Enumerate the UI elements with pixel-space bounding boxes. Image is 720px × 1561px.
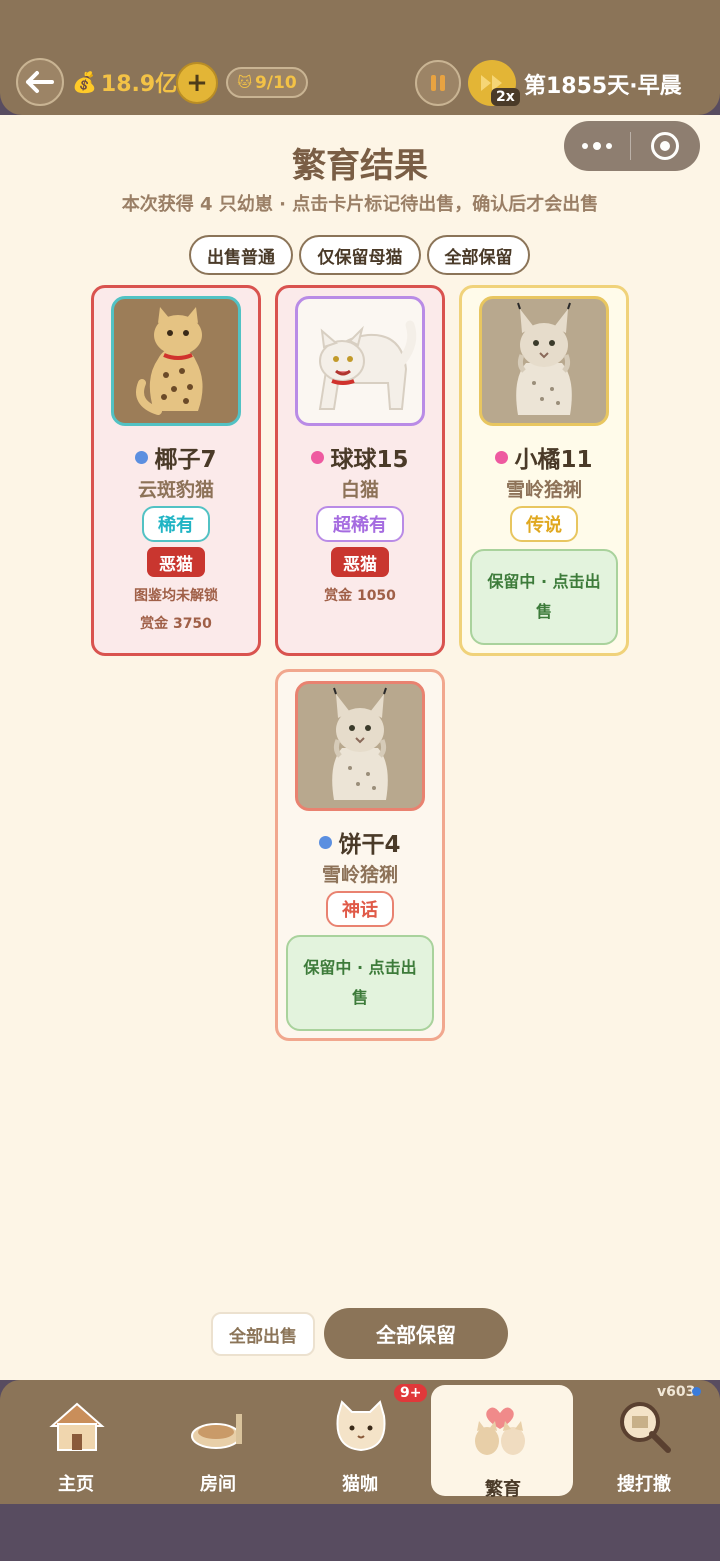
- pause-button[interactable]: [415, 60, 461, 106]
- male-dot-icon: [319, 835, 333, 849]
- cat-breed: 云斑豹猫: [137, 479, 214, 501]
- cat-card-4[interactable]: 饼干4 雪岭猞猁 神话 保留中 · 点击出售: [275, 669, 445, 1041]
- cat-count-value: 9/10: [254, 72, 297, 93]
- cat-count-pill: 🐱 9/10: [226, 67, 308, 98]
- male-dot-icon: [135, 450, 149, 464]
- money-display: 💰 18.9亿: [72, 66, 177, 98]
- keep-all-button[interactable]: 全部保留: [324, 1308, 508, 1359]
- pause-icon: [431, 75, 436, 91]
- notification-badge: 9+: [394, 1384, 428, 1402]
- filter-keep-all-button[interactable]: 全部保留: [427, 235, 530, 275]
- cat-card-2[interactable]: 球球15 白猫 超稀有 恶猫 赏金 1050: [275, 285, 445, 656]
- cat-breed: 雪岭猞猁: [321, 864, 398, 886]
- cat-name: 球球15: [278, 440, 442, 474]
- back-button[interactable]: [16, 58, 64, 106]
- breeding-icon: [475, 1407, 525, 1455]
- rarity-badge: 稀有: [142, 506, 210, 542]
- dex-note: 图鉴均未解锁: [134, 588, 218, 604]
- cat-name: 饼干4: [278, 825, 442, 859]
- add-money-button[interactable]: +: [176, 62, 218, 104]
- female-dot-icon: [311, 450, 325, 464]
- keep-status-button[interactable]: 保留中 · 点击出售: [470, 549, 618, 645]
- lynx-icon: [516, 302, 572, 415]
- lynx-icon: [332, 687, 388, 800]
- cat-card-1[interactable]: 椰子7 云斑豹猫 稀有 恶猫 图鉴均未解锁 赏金 3750: [91, 285, 261, 656]
- bounty-label: 赏金 1050: [324, 588, 396, 604]
- cat-name: 椰子7: [94, 440, 258, 474]
- day-label: 第1855天·早晨: [524, 74, 682, 99]
- house-icon: [49, 1402, 105, 1451]
- arrow-left-icon: [26, 71, 54, 93]
- bottom-tab-bar: 主页 房间 猫咖 繁育 搜打撤: [0, 1380, 720, 1504]
- version-label: v603: [657, 1384, 696, 1400]
- status-dot: [692, 1387, 701, 1396]
- cat-breed: 雪岭猞猁: [505, 479, 582, 501]
- evil-cat-tag: 恶猫: [147, 547, 205, 577]
- page-subtitle: 本次获得 4 只幼崽 · 点击卡片标记待出售，确认后才会出售: [121, 194, 599, 215]
- magnifier-icon: [620, 1402, 671, 1453]
- system-bottom-bar: [0, 1504, 720, 1561]
- white-cat-icon: [318, 320, 417, 410]
- money-amount: 18.9亿: [100, 72, 178, 97]
- rarity-badge: 超稀有: [316, 506, 404, 542]
- tab-room[interactable]: 房间: [146, 1380, 290, 1504]
- page-title: 繁育结果: [292, 146, 428, 186]
- female-dot-icon: [495, 450, 509, 464]
- room-icon: [191, 1414, 242, 1449]
- keep-status-button[interactable]: 保留中 · 点击出售: [286, 935, 434, 1031]
- speed-badge: 2x: [491, 88, 520, 106]
- evil-cat-tag: 恶猫: [331, 547, 389, 577]
- cat-cafe-icon: [336, 1400, 386, 1452]
- cat-portrait: [479, 296, 609, 426]
- cat-card-3[interactable]: 小橘11 雪岭猞猁 传说 保留中 · 点击出售: [459, 285, 629, 656]
- filter-sell-normal-button[interactable]: 出售普通: [189, 235, 293, 275]
- rarity-badge: 传说: [510, 506, 578, 542]
- tab-home[interactable]: 主页: [4, 1380, 148, 1504]
- bounty-label: 赏金 3750: [140, 616, 212, 632]
- filter-keep-female-button[interactable]: 仅保留母猫: [299, 235, 421, 275]
- cat-name: 小橘11: [462, 440, 626, 474]
- cat-portrait: [295, 296, 425, 426]
- cat-face-icon: 🐱: [237, 74, 252, 91]
- tab-breeding[interactable]: 繁育: [431, 1385, 573, 1500]
- cat-portrait: [295, 681, 425, 811]
- leopard-cat-icon: [136, 307, 203, 415]
- cat-portrait: [111, 296, 241, 426]
- cat-breed: 白猫: [340, 479, 379, 501]
- money-bag-icon: 💰: [72, 70, 97, 94]
- sell-all-button[interactable]: 全部出售: [211, 1312, 315, 1356]
- rarity-badge: 神话: [326, 891, 394, 927]
